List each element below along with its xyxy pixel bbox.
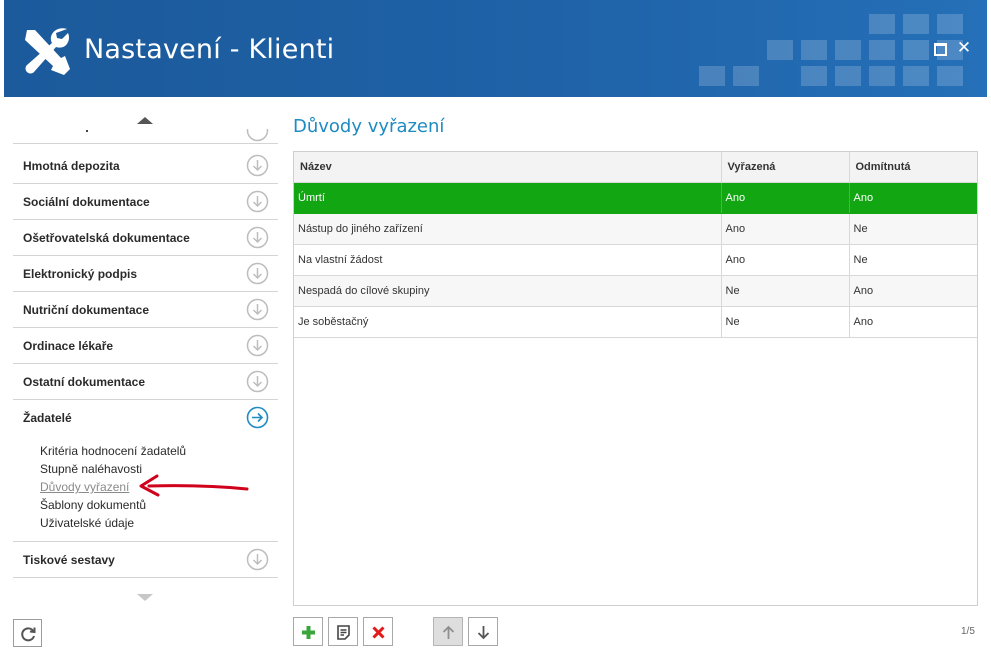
cell-odmitnuta: Ano bbox=[849, 182, 977, 214]
column-header-nazev[interactable]: Název bbox=[294, 152, 722, 183]
circle-arrow-down-icon[interactable] bbox=[246, 548, 269, 571]
circle-arrow-right-icon[interactable] bbox=[246, 406, 269, 429]
sidebar-item-socialni-dokumentace[interactable]: Sociální dokumentace bbox=[13, 184, 278, 220]
page-title: Důvody vyřazení bbox=[293, 116, 445, 137]
move-up-button[interactable] bbox=[433, 617, 463, 646]
annotation-arrow-icon bbox=[139, 474, 249, 497]
sidebar-item-label: Sociální dokumentace bbox=[23, 195, 150, 209]
sidebar-item-ordinace-lekare[interactable]: Ordinace lékaře bbox=[13, 328, 278, 364]
sidebar-item-nutricni-dokumentace[interactable]: Nutriční dokumentace bbox=[13, 292, 278, 328]
table-header-row: Název Vyřazená Odmítnutá bbox=[294, 152, 977, 183]
sidebar: Hmotná depozita Sociální dokumentace Oše… bbox=[13, 97, 278, 617]
table-row[interactable]: Je soběstačný Ne Ano bbox=[294, 306, 977, 338]
sidebar-item-hmotna-depozita[interactable]: Hmotná depozita bbox=[13, 148, 278, 184]
cell-odmitnuta: Ne bbox=[849, 213, 977, 245]
circle-arrow-down-icon[interactable] bbox=[246, 190, 269, 213]
sidebar-item-label: Ordinace lékaře bbox=[23, 339, 114, 353]
circle-arrow-down-icon[interactable] bbox=[246, 226, 269, 249]
table-row[interactable]: Na vlastní žádost Ano Ne bbox=[294, 244, 977, 276]
delete-button[interactable] bbox=[363, 617, 393, 646]
sidebar-item-elektronicky-podpis[interactable]: Elektronický podpis bbox=[13, 256, 278, 292]
cell-nazev: Na vlastní žádost bbox=[294, 244, 722, 276]
sidebar-item-label: Elektronický podpis bbox=[23, 267, 138, 281]
close-button[interactable]: ✕ bbox=[956, 39, 972, 56]
sidebar-item-label: Hmotná depozita bbox=[23, 159, 120, 173]
circle-arrow-down-icon bbox=[246, 129, 269, 142]
sidebar-item-zadatele[interactable]: Žadatelé Kritéria hodnocení žadatelů Stu… bbox=[13, 400, 278, 542]
data-grid: Název Vyřazená Odmítnutá Úmrtí Ano Ano N… bbox=[293, 151, 978, 606]
sidebar-item-label: Nutriční dokumentace bbox=[23, 303, 150, 317]
table-row[interactable]: Nespadá do cílové skupiny Ne Ano bbox=[294, 275, 977, 307]
sidebar-item-osetrovatelska-dokumentace[interactable]: Ošetřovatelská dokumentace bbox=[13, 220, 278, 256]
pager-indicator: 1/5 bbox=[961, 626, 975, 637]
scroll-up-arrow-icon[interactable] bbox=[137, 117, 153, 124]
edit-icon bbox=[337, 625, 350, 640]
window-title: Nastavení - Klienti bbox=[84, 34, 335, 65]
cell-odmitnuta: Ano bbox=[849, 275, 977, 307]
circle-arrow-down-icon[interactable] bbox=[246, 298, 269, 321]
circle-arrow-down-icon[interactable] bbox=[246, 262, 269, 285]
submenu-item-kriteria[interactable]: Kritéria hodnocení žadatelů bbox=[40, 442, 186, 460]
sidebar-item-tiskove-sestavy[interactable]: Tiskové sestavy bbox=[13, 542, 278, 578]
table-row[interactable]: Úmrtí Ano Ano bbox=[294, 182, 977, 214]
column-header-vyrazena[interactable]: Vyřazená bbox=[721, 152, 850, 183]
table-row[interactable]: Nástup do jiného zařízení Ano Ne bbox=[294, 213, 977, 245]
arrow-down-icon bbox=[477, 626, 490, 640]
circle-arrow-down-icon[interactable] bbox=[246, 334, 269, 357]
cell-vyrazena: Ne bbox=[721, 275, 850, 307]
sidebar-item-partial[interactable] bbox=[13, 129, 278, 144]
sidebar-item-label: Tiskové sestavy bbox=[23, 553, 115, 567]
sidebar-item-label: Žadatelé bbox=[23, 411, 72, 425]
cell-nazev: Je soběstačný bbox=[294, 306, 722, 338]
sidebar-item-ostatni-dokumentace[interactable]: Ostatní dokumentace bbox=[13, 364, 278, 400]
header-decoration bbox=[699, 14, 963, 86]
circle-arrow-down-icon[interactable] bbox=[246, 370, 269, 393]
add-button[interactable] bbox=[293, 617, 323, 646]
cell-nazev: Nástup do jiného zařízení bbox=[294, 213, 722, 245]
cell-odmitnuta: Ne bbox=[849, 244, 977, 276]
cell-vyrazena: Ano bbox=[721, 182, 850, 214]
circle-arrow-down-icon[interactable] bbox=[246, 154, 269, 177]
title-bar: Nastavení - Klienti ✕ bbox=[4, 0, 987, 97]
plus-icon bbox=[302, 626, 315, 639]
partial-label-fragment bbox=[86, 130, 88, 132]
refresh-icon bbox=[21, 627, 36, 642]
cell-vyrazena: Ne bbox=[721, 306, 850, 338]
sidebar-item-label: Ošetřovatelská dokumentace bbox=[23, 231, 190, 245]
wrench-screwdriver-icon bbox=[25, 28, 70, 75]
column-header-odmitnuta[interactable]: Odmítnutá bbox=[849, 152, 977, 183]
arrow-up-icon bbox=[442, 625, 455, 639]
cell-vyrazena: Ano bbox=[721, 244, 850, 276]
scroll-down-arrow-icon[interactable] bbox=[137, 594, 153, 601]
reasons-table: Název Vyřazená Odmítnutá Úmrtí Ano Ano N… bbox=[294, 152, 977, 338]
delete-x-icon bbox=[372, 626, 385, 639]
cell-vyrazena: Ano bbox=[721, 213, 850, 245]
sidebar-nav: Hmotná depozita Sociální dokumentace Oše… bbox=[13, 148, 278, 578]
refresh-button[interactable] bbox=[13, 619, 42, 647]
cell-nazev: Nespadá do cílové skupiny bbox=[294, 275, 722, 307]
cell-nazev: Úmrtí bbox=[294, 182, 722, 214]
maximize-button[interactable] bbox=[932, 40, 948, 56]
cell-odmitnuta: Ano bbox=[849, 306, 977, 338]
submenu-item-uzivatelske-udaje[interactable]: Uživatelské údaje bbox=[40, 514, 186, 532]
edit-button[interactable] bbox=[328, 617, 358, 646]
move-down-button[interactable] bbox=[468, 617, 498, 646]
submenu-item-sablony-dokumentu[interactable]: Šablony dokumentů bbox=[40, 496, 186, 514]
sidebar-item-label: Ostatní dokumentace bbox=[23, 375, 146, 389]
